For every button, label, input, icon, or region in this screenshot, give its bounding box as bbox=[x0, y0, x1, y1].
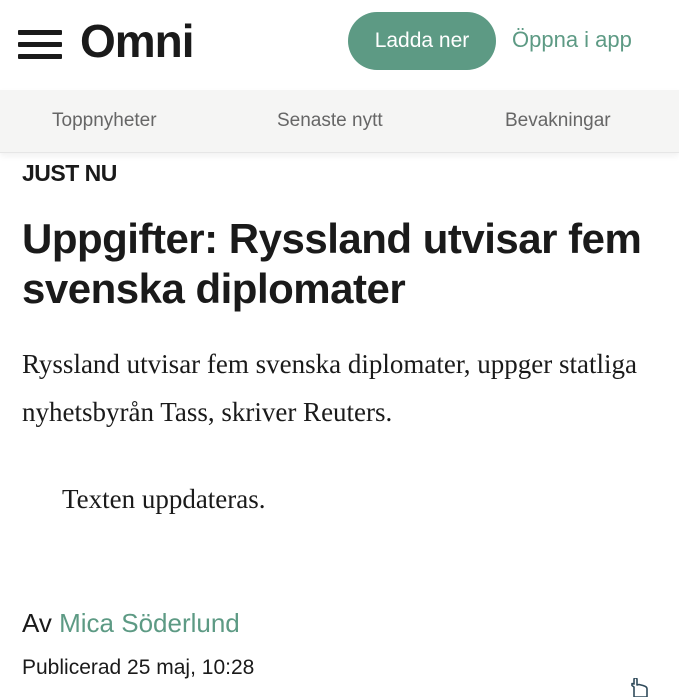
nav-item-bevakningar[interactable]: Bevakningar bbox=[505, 110, 611, 132]
author-link[interactable]: Mica Söderlund bbox=[59, 608, 240, 638]
byline-prefix: Av bbox=[22, 608, 52, 638]
published-timestamp: Publicerad 25 maj, 10:28 bbox=[22, 656, 255, 679]
section-nav: Toppnyheter Senaste nytt Bevakningar bbox=[0, 90, 679, 153]
article-body: Ryssland utvisar fem svenska diplomater,… bbox=[22, 349, 637, 427]
open-in-app-link[interactable]: Öppna i app bbox=[512, 27, 632, 53]
hamburger-menu-icon[interactable] bbox=[18, 30, 62, 60]
download-button[interactable]: Ladda ner bbox=[348, 12, 496, 70]
article-kicker: JUST NU bbox=[22, 160, 117, 186]
article-byline: Av Mica Söderlund bbox=[22, 608, 240, 639]
hand-pointer-icon bbox=[631, 678, 648, 697]
omni-logo[interactable]: Omni bbox=[80, 14, 195, 68]
nav-item-senaste-nytt[interactable]: Senaste nytt bbox=[277, 110, 383, 132]
article-update-note: Texten uppdateras. bbox=[62, 484, 266, 514]
nav-item-toppnyheter[interactable]: Toppnyheter bbox=[52, 110, 157, 132]
site-header: Omni Ladda ner Öppna i app bbox=[0, 0, 679, 88]
article-headline: Uppgifter: Ryssland utvisar fem svenska … bbox=[22, 215, 642, 312]
